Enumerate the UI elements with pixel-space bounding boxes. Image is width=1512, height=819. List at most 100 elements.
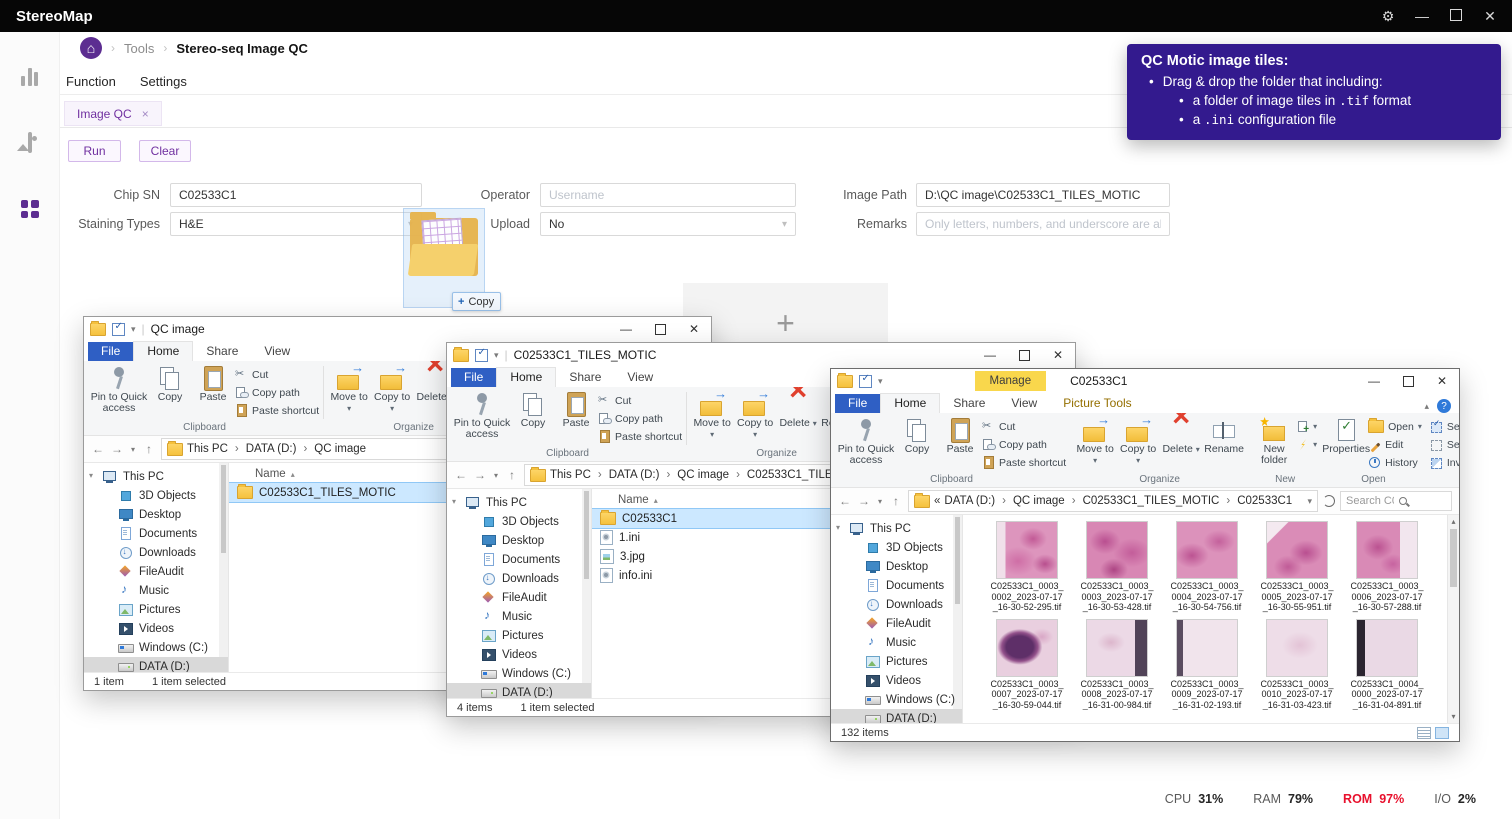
image-tile[interactable]: C02533C1_0003_0003_2023-07-17_16-30-53-4…: [1079, 521, 1155, 613]
nav-tree-item[interactable]: Music: [447, 607, 591, 626]
address-segment[interactable]: DATA (D:): [228, 443, 297, 455]
window-titlebar[interactable]: ▾ Manage C02533C1 — ✕: [831, 369, 1459, 393]
move-to-button[interactable]: Move to ▾: [1074, 415, 1116, 466]
back-icon[interactable]: ←: [91, 442, 105, 456]
minimize-icon[interactable]: —: [973, 343, 1007, 367]
close-icon[interactable]: ✕: [1480, 8, 1500, 25]
tab-file[interactable]: File: [451, 368, 496, 387]
address-segment[interactable]: QC image: [296, 443, 366, 455]
image-tile[interactable]: C02533C1_0003_0004_2023-07-17_16-30-54-7…: [1169, 521, 1245, 613]
image-tile[interactable]: C02533C1_0003_0008_2023-07-17_16-31-00-9…: [1079, 619, 1155, 711]
pin-to-quick-access-button[interactable]: Pin to Quick access: [90, 363, 148, 414]
image-tile[interactable]: C02533C1_0003_0002_2023-07-17_16-30-52-2…: [989, 521, 1065, 613]
settings-gear-icon[interactable]: ⚙: [1378, 8, 1398, 25]
nav-tree-item[interactable]: DATA (D:): [447, 683, 591, 698]
image-path-input[interactable]: [916, 183, 1170, 207]
tab-share[interactable]: Share: [940, 394, 998, 413]
back-icon[interactable]: ←: [838, 494, 852, 508]
nav-tree-item[interactable]: Videos: [447, 645, 591, 664]
chevron-down-icon[interactable]: ▾: [878, 376, 883, 387]
copy-button[interactable]: Copy: [149, 363, 191, 403]
help-icon[interactable]: ?: [1437, 399, 1451, 413]
tab-share[interactable]: Share: [193, 342, 251, 361]
forward-icon[interactable]: →: [110, 442, 124, 456]
chevron-down-icon[interactable]: ▾: [876, 497, 884, 506]
copy-path-button[interactable]: Copy path: [235, 385, 319, 400]
file-row[interactable]: info.ini: [592, 566, 832, 585]
forward-icon[interactable]: →: [857, 494, 871, 508]
new-folder-button[interactable]: New folder: [1253, 415, 1295, 466]
file-row[interactable]: 1.ini: [592, 528, 832, 547]
properties-icon[interactable]: [475, 349, 488, 362]
home-button[interactable]: ⌂: [80, 37, 102, 59]
image-tile[interactable]: C02533C1_0003_0007_2023-07-17_16-30-59-0…: [989, 619, 1065, 711]
new-item-button[interactable]: ▾: [1296, 419, 1317, 434]
properties-button[interactable]: Properties: [1325, 415, 1367, 455]
nav-tree-item[interactable]: 3D Objects: [447, 512, 591, 531]
address-segment[interactable]: C02533C1_TILES_MOTIC: [1065, 495, 1220, 507]
forward-icon[interactable]: →: [473, 468, 487, 482]
upload-select[interactable]: No ▾: [540, 212, 796, 236]
nav-tree-item[interactable]: DATA (D:): [84, 657, 228, 672]
maximize-icon[interactable]: [1446, 8, 1466, 24]
paste-shortcut-button[interactable]: Paste shortcut: [598, 429, 682, 444]
address-segment[interactable]: This PC: [187, 443, 228, 455]
chevron-down-icon[interactable]: ▾: [131, 324, 136, 335]
clear-button[interactable]: Clear: [139, 140, 191, 162]
refresh-icon[interactable]: [1323, 495, 1335, 507]
nav-tree-item[interactable]: Documents: [447, 550, 591, 569]
image-tile[interactable]: C02533C1_0004_0000_2023-07-17_16-31-04-8…: [1349, 619, 1425, 711]
tab-view[interactable]: View: [998, 394, 1050, 413]
properties-icon[interactable]: [112, 323, 125, 336]
breadcrumb-tools[interactable]: Tools: [124, 41, 154, 56]
window-titlebar[interactable]: ▾ | C02533C1_TILES_MOTIC — ✕: [447, 343, 1075, 367]
address-segment[interactable]: QC image: [659, 469, 729, 481]
nav-tree-item[interactable]: Desktop: [831, 557, 962, 576]
cut-button[interactable]: Cut: [982, 419, 1066, 434]
nav-tree-item[interactable]: This PC: [447, 493, 591, 512]
cut-button[interactable]: Cut: [235, 367, 319, 382]
nav-tree-item[interactable]: Pictures: [831, 652, 962, 671]
scroll-down-icon[interactable]: ▾: [1451, 712, 1455, 721]
nav-tree-item[interactable]: Downloads: [84, 543, 228, 562]
collapse-ribbon-icon[interactable]: ▴: [1424, 401, 1429, 412]
rename-button[interactable]: Rename: [1203, 415, 1245, 455]
tab-home[interactable]: Home: [496, 367, 556, 387]
file-row[interactable]: C02533C1_TILES_MOTIC: [229, 483, 469, 502]
nav-tree-item[interactable]: FileAudit: [84, 562, 228, 581]
select-all-button[interactable]: Select all: [1430, 419, 1459, 434]
address-overflow-chevron[interactable]: «: [934, 495, 940, 507]
tab-file[interactable]: File: [835, 394, 880, 413]
operator-input[interactable]: [540, 183, 796, 207]
sidebar-item-images[interactable]: [28, 134, 32, 152]
maximize-icon[interactable]: [1007, 343, 1041, 367]
window-titlebar[interactable]: ▾ | QC image — ✕: [84, 317, 711, 341]
minimize-icon[interactable]: —: [1357, 369, 1391, 393]
address-segment[interactable]: DATA (D:): [944, 495, 995, 507]
sidebar-item-analysis[interactable]: [21, 68, 38, 86]
remarks-input[interactable]: [916, 212, 1170, 236]
nav-tree-item[interactable]: Windows (C:): [447, 664, 591, 683]
chevron-down-icon[interactable]: ▾: [494, 350, 499, 361]
file-row[interactable]: 3.jpg: [592, 547, 832, 566]
scrollbar[interactable]: ▴ ▾: [1447, 515, 1459, 723]
chevron-down-icon[interactable]: ▾: [129, 445, 137, 454]
up-icon[interactable]: ↑: [889, 494, 903, 508]
nav-tree-item[interactable]: Downloads: [831, 595, 962, 614]
nav-tree-item[interactable]: Documents: [831, 576, 962, 595]
nav-tree-item[interactable]: Videos: [831, 671, 962, 690]
copy-path-button[interactable]: Copy path: [982, 437, 1066, 452]
details-view-icon[interactable]: [1417, 727, 1431, 739]
paste-button[interactable]: Paste: [192, 363, 234, 403]
maximize-icon[interactable]: [1391, 369, 1425, 393]
nav-tree-item[interactable]: FileAudit: [831, 614, 962, 633]
easy-access-button[interactable]: ▾: [1296, 437, 1317, 452]
up-icon[interactable]: ↑: [505, 468, 519, 482]
pin-to-quick-access-button[interactable]: Pin to Quick access: [453, 389, 511, 440]
invert-selection-button[interactable]: Invert selection: [1430, 455, 1459, 470]
paste-shortcut-button[interactable]: Paste shortcut: [235, 403, 319, 418]
nav-tree-item[interactable]: 3D Objects: [84, 486, 228, 505]
address-segment[interactable]: QC image: [995, 495, 1065, 507]
sidebar-item-apps[interactable]: [21, 200, 39, 218]
nav-tree-item[interactable]: Windows (C:): [84, 638, 228, 657]
